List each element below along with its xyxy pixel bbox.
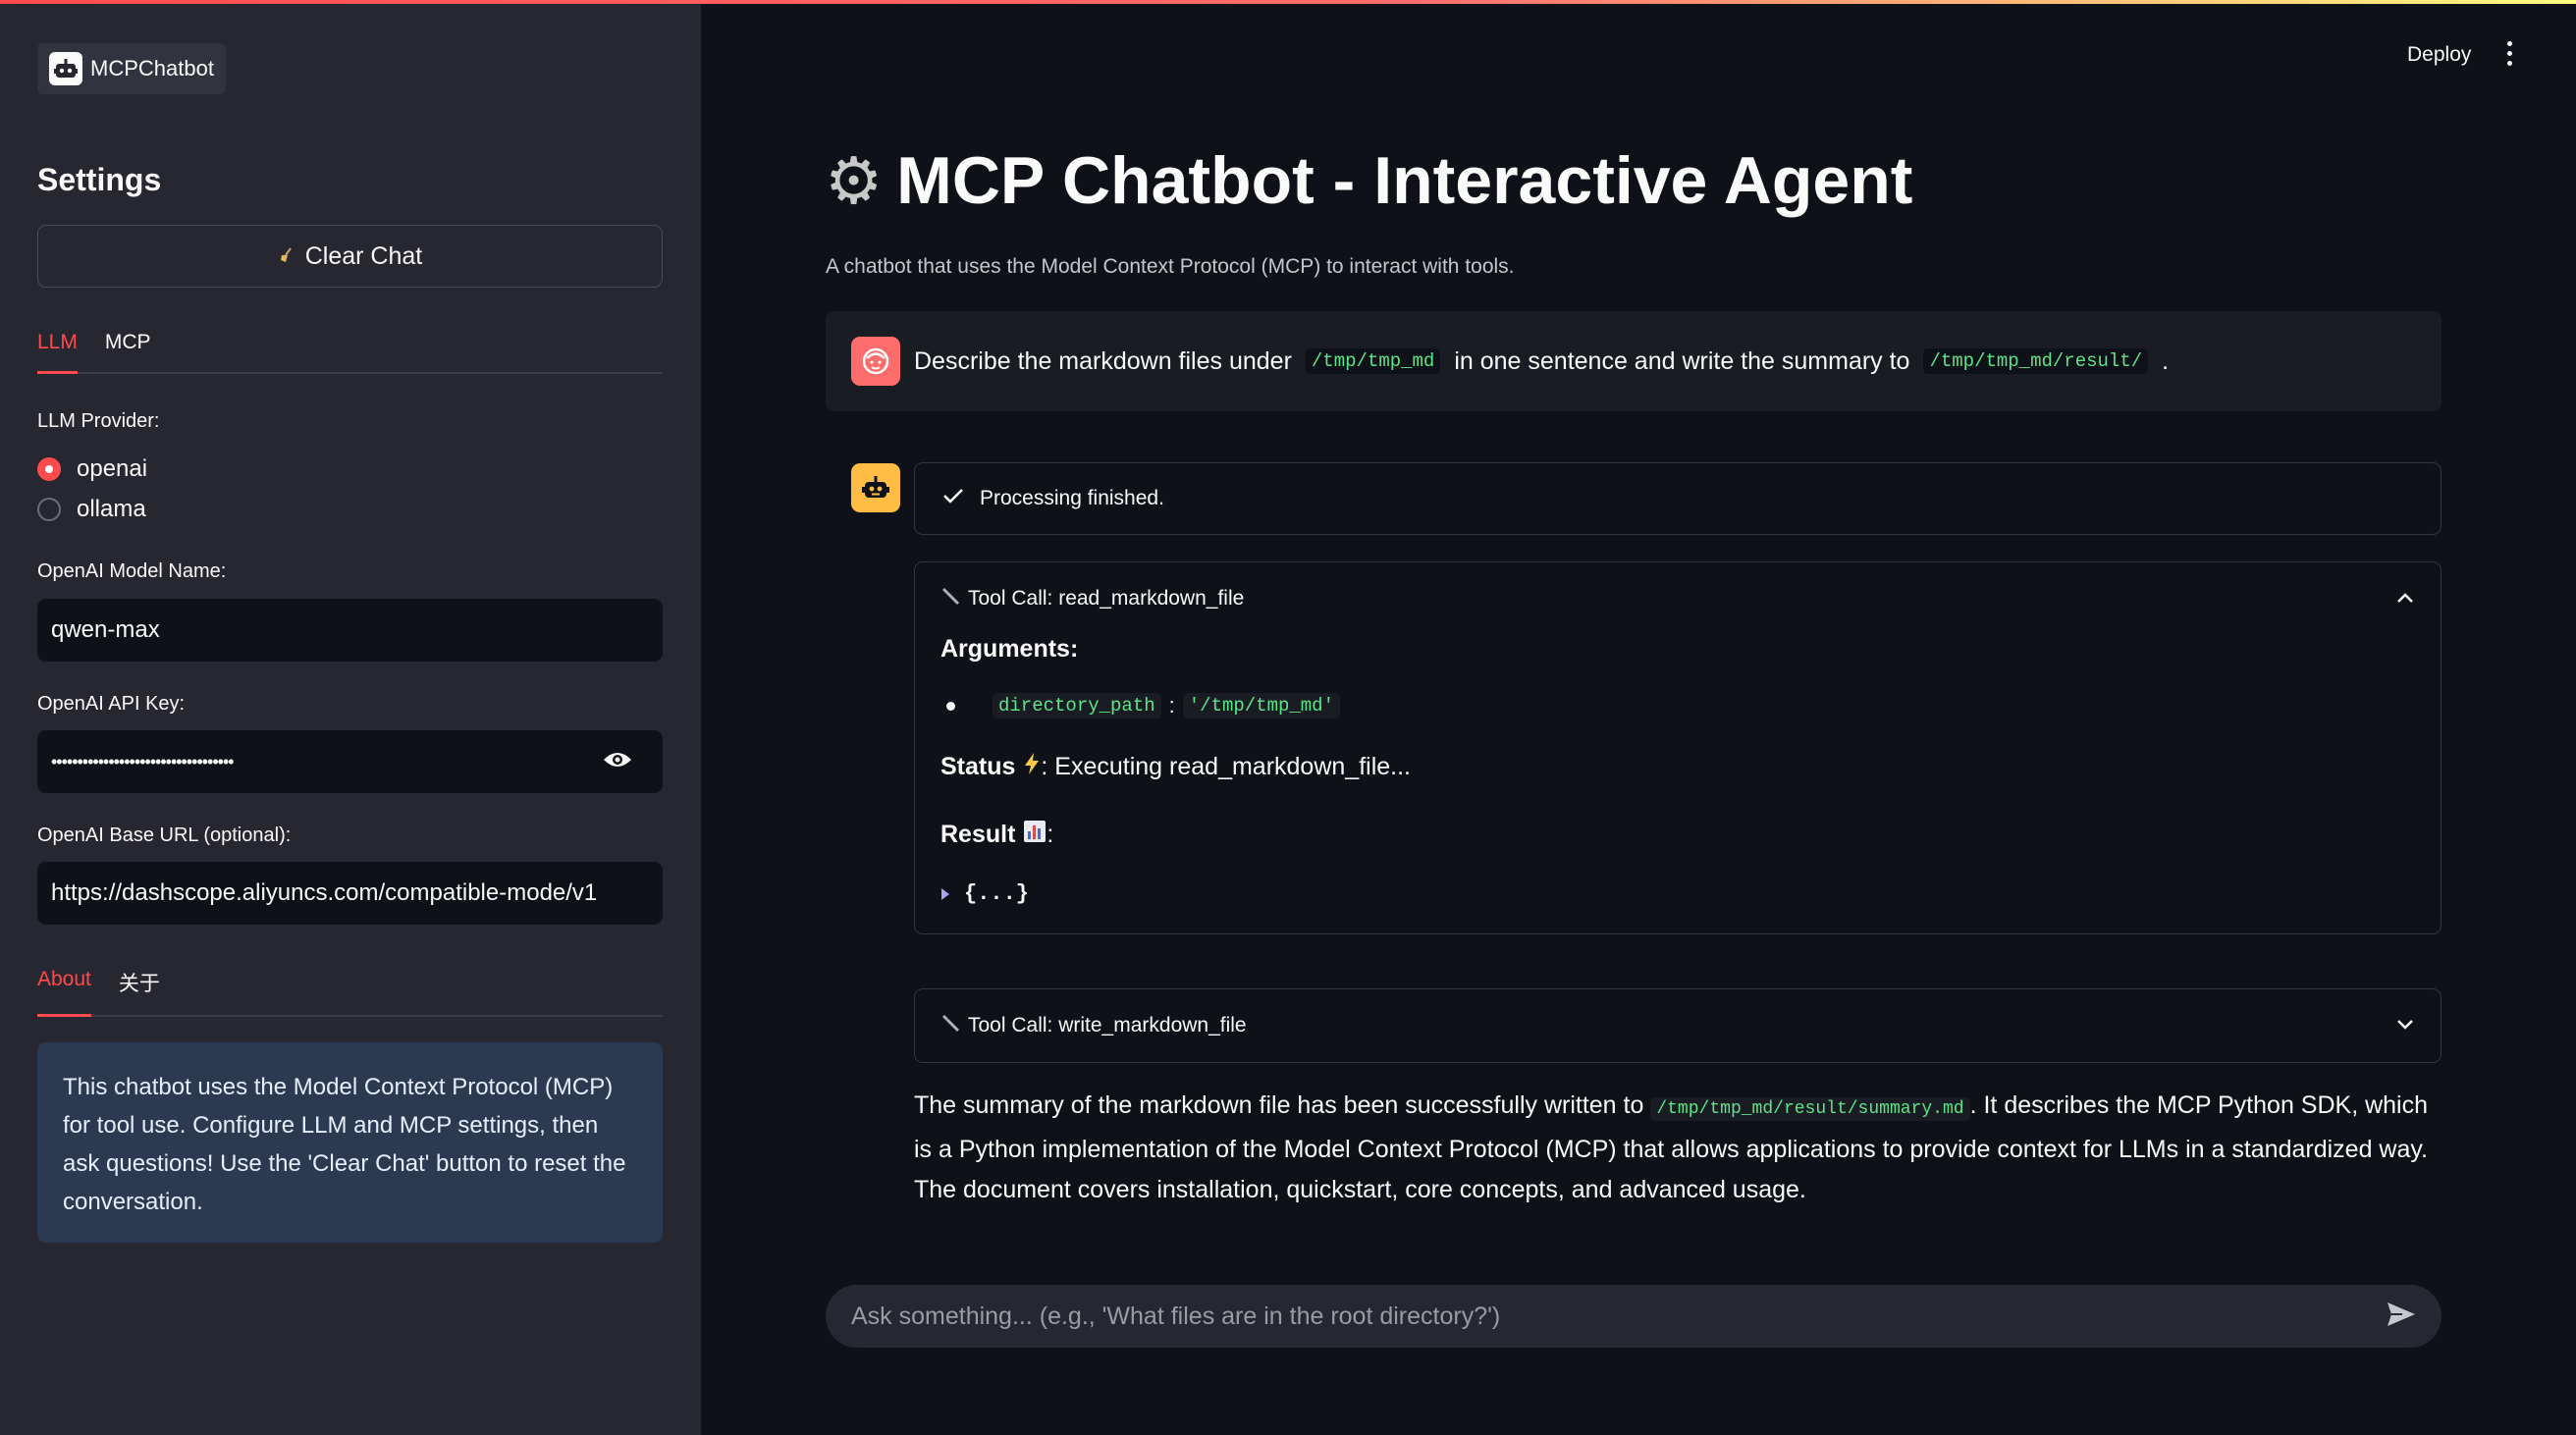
result-label: Result xyxy=(940,821,1016,848)
bar-chart-icon xyxy=(1023,820,1046,850)
robot-icon xyxy=(49,52,82,85)
argument-value: '/tmp/tmp_md' xyxy=(1182,693,1340,718)
base-url-label: OpenAI Base URL (optional): xyxy=(37,824,292,846)
broom-icon xyxy=(278,242,295,271)
chevron-down-icon[interactable] xyxy=(2395,1014,2415,1037)
argument-item: directory_path : '/tmp/tmp_md' xyxy=(946,693,2415,718)
api-key-field[interactable]: ••••••••••••••••••••••••••••••••••• xyxy=(37,730,663,793)
top-decoration-bar xyxy=(0,0,2576,4)
tool-call-title-read: Tool Call: read_markdown_file xyxy=(968,587,1245,610)
about-tabs: About 关于 xyxy=(37,968,663,1017)
user-message-text-3: . xyxy=(2162,346,2170,375)
sidebar: MCPChatbot Settings Clear Chat LLM MCP L… xyxy=(0,0,701,1435)
lightning-icon xyxy=(1023,752,1041,782)
api-key-label: OpenAI API Key: xyxy=(37,693,186,715)
status-text: Processing finished. xyxy=(980,487,1164,509)
page-title: ⚙ MCP Chatbot - Interactive Agent xyxy=(825,142,1912,219)
radio-selected-indicator xyxy=(37,457,61,481)
provider-label: LLM Provider: xyxy=(37,410,160,432)
user-message-text-1: Describe the markdown files under xyxy=(914,346,1292,375)
user-avatar-icon xyxy=(851,337,900,386)
checkmark-icon xyxy=(942,487,964,510)
tool-call-body-read: Arguments: directory_path : '/tmp/tmp_md… xyxy=(915,635,2441,933)
user-message-code-2: /tmp/tmp_md/result/ xyxy=(1923,348,2149,374)
logo-text: MCPChatbot xyxy=(90,56,214,80)
processing-status[interactable]: Processing finished. xyxy=(914,462,2442,535)
radio-ollama[interactable]: ollama xyxy=(37,496,146,523)
assistant-summary: The summary of the markdown file has bee… xyxy=(914,1086,2442,1210)
page-title-text: MCP Chatbot - Interactive Agent xyxy=(896,143,1913,218)
status-line: Status : Executing read_markdown_file... xyxy=(940,752,2415,782)
argument-key: directory_path xyxy=(993,693,1161,718)
tab-llm[interactable]: LLM xyxy=(37,331,78,374)
base-url-field[interactable] xyxy=(37,862,663,925)
eye-icon[interactable] xyxy=(602,748,633,778)
page-subtitle: A chatbot that uses the Model Context Pr… xyxy=(826,255,1515,278)
summary-code: /tmp/tmp_md/result/summary.md xyxy=(1650,1097,1970,1121)
tool-call-header-write[interactable]: Tool Call: write_markdown_file xyxy=(915,989,2441,1062)
tab-about[interactable]: About xyxy=(37,968,91,1017)
base-url-input[interactable] xyxy=(51,879,649,907)
user-message-text-2: in one sentence and write the summary to xyxy=(1454,346,1910,375)
result-colon: : xyxy=(1046,821,1054,848)
tool-call-title-write: Tool Call: write_markdown_file xyxy=(968,1014,1247,1036)
result-line: Result : xyxy=(940,820,2415,850)
status-label: Status xyxy=(940,753,1016,780)
argument-colon: : xyxy=(1168,693,1175,718)
settings-tabs: LLM MCP xyxy=(37,331,663,374)
model-name-input[interactable] xyxy=(51,616,649,644)
chat-input[interactable] xyxy=(851,1302,2387,1331)
model-name-field[interactable] xyxy=(37,599,663,662)
tool-call-expander-write: Tool Call: write_markdown_file xyxy=(914,988,2442,1063)
radio-openai-label: openai xyxy=(77,455,148,482)
radio-unselected-indicator xyxy=(37,498,61,521)
bullet xyxy=(946,701,955,711)
deploy-button[interactable]: Deploy xyxy=(2407,43,2471,67)
clear-chat-button[interactable]: Clear Chat xyxy=(37,225,663,288)
about-info-box: This chatbot uses the Model Context Prot… xyxy=(37,1042,663,1243)
user-message-code-1: /tmp/tmp_md xyxy=(1305,348,1441,374)
bot-avatar-icon xyxy=(851,463,900,512)
arguments-label: Arguments: xyxy=(940,635,1079,663)
settings-title: Settings xyxy=(37,162,162,197)
json-result[interactable]: {...} xyxy=(940,879,2415,908)
user-message: Describe the markdown files under /tmp/t… xyxy=(826,311,2442,411)
status-value: : Executing read_markdown_file... xyxy=(1041,753,1411,780)
tab-about-zh[interactable]: 关于 xyxy=(119,968,160,1015)
radio-openai[interactable]: openai xyxy=(37,455,147,483)
send-icon[interactable] xyxy=(2387,1302,2416,1332)
wrench-icon xyxy=(940,1012,962,1039)
more-menu-icon[interactable] xyxy=(2507,41,2513,66)
api-key-masked-value[interactable]: ••••••••••••••••••••••••••••••••••• xyxy=(51,752,235,772)
tab-mcp[interactable]: MCP xyxy=(105,331,151,372)
gear-icon: ⚙ xyxy=(825,143,884,217)
model-name-label: OpenAI Model Name: xyxy=(37,560,227,582)
radio-ollama-label: ollama xyxy=(77,496,146,522)
json-preview: {...} xyxy=(964,881,1030,906)
chat-input-bar xyxy=(826,1285,2442,1348)
tool-call-header-read[interactable]: Tool Call: read_markdown_file xyxy=(915,562,2441,635)
wrench-icon xyxy=(940,585,962,612)
clear-chat-label: Clear Chat xyxy=(304,241,423,270)
tool-call-expander-read: Tool Call: read_markdown_file Arguments:… xyxy=(914,561,2442,934)
caret-right-icon[interactable] xyxy=(940,879,950,908)
app-logo[interactable]: MCPChatbot xyxy=(37,43,226,94)
chevron-up-icon[interactable] xyxy=(2395,587,2415,611)
summary-text-1: The summary of the markdown file has bee… xyxy=(914,1091,1644,1119)
